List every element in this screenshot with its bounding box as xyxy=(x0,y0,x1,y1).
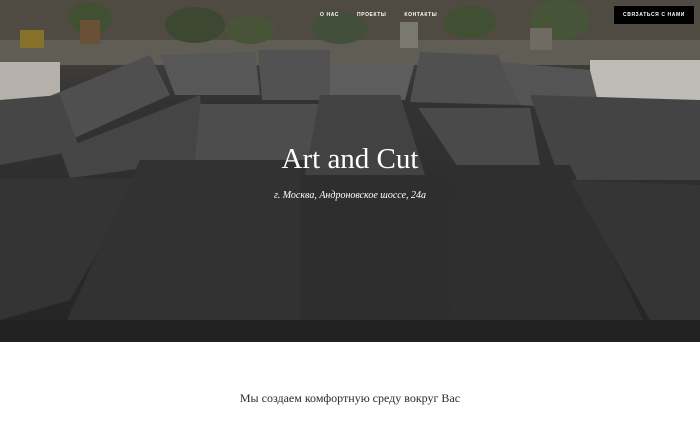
contact-us-button[interactable]: Связаться с нами xyxy=(614,6,694,24)
nav-link-about[interactable]: О нас xyxy=(320,10,339,20)
main-nav: О нас Проекты Контакты xyxy=(320,10,437,20)
nav-link-projects[interactable]: Проекты xyxy=(357,10,386,20)
hero-section: О нас Проекты Контакты Связаться с нами … xyxy=(0,0,700,342)
intro-tagline: Мы создаем комфортную среду вокруг Вас xyxy=(239,391,461,405)
hero-address: г. Москва, Андроновское шоссе, 24а xyxy=(273,190,427,201)
nav-link-contacts[interactable]: Контакты xyxy=(404,10,437,20)
hero-title: Art and Cut xyxy=(281,143,419,175)
